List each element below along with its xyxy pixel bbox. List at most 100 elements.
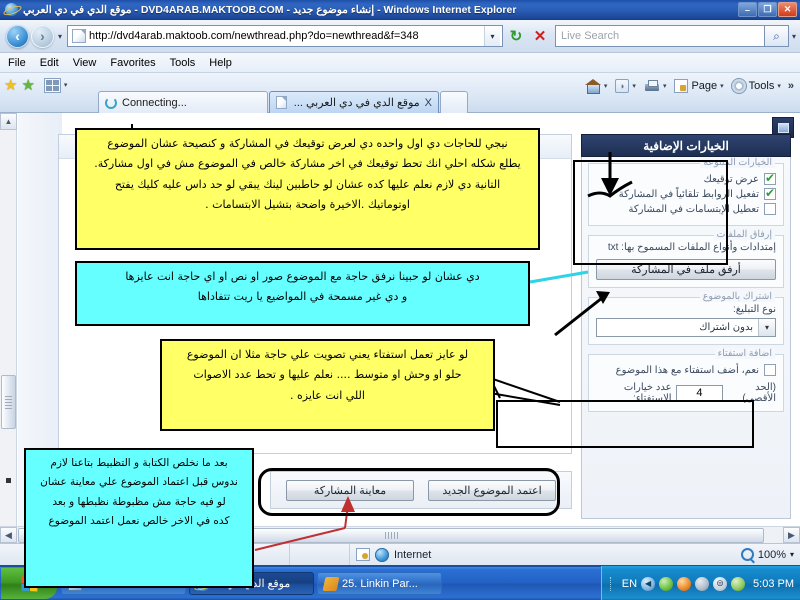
notification-type-select[interactable]: ▾ بدون اشتراك [596,318,776,337]
annotation-line: حلو او وحش او متوسط .... نعلم عليها و تح… [193,368,462,382]
clock[interactable]: 5:03 PM [753,578,794,590]
overflow-chevron-icon[interactable]: » [788,80,794,92]
stop-icon[interactable]: ✕ [529,25,551,47]
annotation-line: لو فيه حاجة مش مظبوطة نظبطها و بعد [52,495,226,508]
rss-icon: ◗ [615,79,630,93]
annotation-line: كده في الاخر خالص نعمل اعتمد الموضوع [48,515,230,528]
close-button[interactable]: ✕ [778,2,797,17]
forward-button[interactable]: › [31,24,54,48]
feeds-button[interactable]: ◗ ▾ [615,79,639,93]
menu-item-favorites[interactable]: Favorites [110,57,155,69]
tab-strip: Connecting... موقع الدي في دي العربي ...… [98,77,469,113]
page-menu-icon [674,79,689,93]
system-tray: EN ◀ ⊜ 5:03 PM [600,566,800,600]
address-url-text: http://dvd4arab.maktoob.com/newthread.ph… [89,30,419,42]
scroll-up-icon[interactable]: ▲ [0,113,17,130]
tray-grip[interactable] [609,576,616,591]
poll-legend: اضافة استفتاء [714,348,775,359]
scroll-right-icon[interactable]: ▶ [783,527,800,543]
checkbox-icon[interactable] [764,203,776,215]
command-bar: ★ ★ ▾ Connecting... موقع الدي في دي العر… [0,73,800,113]
checkbox-icon[interactable] [764,171,776,185]
scroll-left-icon[interactable]: ◀ [0,527,17,543]
zoom-level: 100% [757,548,786,561]
highlight-poll-region [496,400,754,448]
page-caret-icon[interactable]: ▾ [720,82,724,90]
face-icon[interactable]: ⊜ [713,576,728,591]
favorites-center-icon[interactable]: ★ [21,76,34,94]
annotation-line: يطلع شكله احلي انك تحط توقيعك في اخر مشا… [94,157,521,171]
printer-icon [644,79,660,93]
menu-item-file[interactable]: File [8,57,26,69]
add-favorite-icon[interactable]: ★ [4,76,17,94]
address-bar: ‹ › ▾ http://dvd4arab.maktoob.com/newthr… [0,20,800,53]
add-poll-label: نعم، أضف استفتاء مع هذا الموضوع [615,364,759,376]
refresh-icon[interactable]: ↻ [505,25,527,47]
close-tab-icon[interactable]: X [425,97,432,109]
person-gray-icon[interactable] [695,576,710,591]
search-input[interactable]: Live Search [554,25,765,47]
tab-connecting[interactable]: Connecting... [98,91,268,113]
notification-type-label: نوع التبليغ: [733,304,776,315]
poll-options-input[interactable]: 4 [675,384,724,402]
home-caret-icon[interactable]: ▾ [604,82,608,90]
quick-tabs-icon[interactable] [43,77,61,93]
checkbox-icon[interactable] [764,186,776,200]
annotation-line: و دي غير مسمحة في المواضيع يا ريت تتفادا… [197,290,408,304]
tools-menu-button[interactable]: Tools ▾ [731,79,784,93]
annotation-line: لو عايز تعمل استفتاء يعني تصويت علي حاجة… [186,348,469,361]
vertical-scroll-thumb[interactable] [1,375,16,429]
taskbar-item-media-player[interactable]: 25. Linkin Par... [317,572,442,595]
print-caret-icon[interactable]: ▾ [663,82,667,90]
firewall-icon[interactable] [677,576,692,591]
home-icon [584,79,601,94]
shield-icon[interactable] [731,576,746,591]
chevron-down-icon[interactable]: ▾ [758,319,775,336]
subscription-legend: اشتراك بالموضوع [699,291,775,302]
vertical-scrollbar[interactable]: ▲ ▼ [0,113,17,543]
window-title: موقع الدي في دي العربي - DVD4ARAB.MAKTOO… [23,3,517,16]
annotation-submit-note: بعد ما نخلص الكتابة و التظبيط بتاعنا لاز… [24,448,254,588]
address-input[interactable]: http://dvd4arab.maktoob.com/newthread.ph… [67,25,503,47]
history-dropdown-icon[interactable]: ▾ [58,32,62,41]
annotation-line: اوتوماتيك .الاخيرة واضحة بتشيل الابتساما… [205,198,410,212]
annotation-line: بعد ما نخلص الكتابة و التظبيط بتاعنا لاز… [50,457,228,469]
gear-icon [731,79,746,93]
address-dropdown-icon[interactable]: ▾ [483,26,500,46]
tools-caret-icon[interactable]: ▾ [777,82,781,90]
person-green-icon[interactable] [659,576,674,591]
add-poll-option[interactable]: نعم، أضف استفتاء مع هذا الموضوع [596,364,776,376]
checkbox-icon[interactable] [764,364,776,376]
internet-zone-icon [375,547,389,562]
menu-item-tools[interactable]: Tools [170,57,196,69]
zone-label: Internet [394,548,432,561]
quick-tabs-caret-icon[interactable]: ▾ [64,81,68,89]
menu-item-edit[interactable]: Edit [40,57,59,69]
feeds-caret-icon[interactable]: ▾ [632,82,636,90]
title-bar: موقع الدي في دي العربي - DVD4ARAB.MAKTOO… [0,0,800,20]
language-indicator[interactable]: EN [622,578,637,590]
menu-item-help[interactable]: Help [209,57,232,69]
home-button[interactable]: ▾ [584,79,611,94]
left-arrow-icon[interactable]: ◀ [641,576,656,591]
print-button[interactable]: ▾ [644,79,670,93]
notification-type-value: بدون اشتراك [699,322,753,333]
ie-logo-icon [3,3,19,17]
additional-options-header: الخيارات الإضافية [581,134,791,157]
minimize-button[interactable]: – [738,2,757,17]
security-zone[interactable]: Internet [350,547,437,562]
zoom-caret-icon[interactable]: ▾ [790,550,794,559]
menu-item-view[interactable]: View [73,57,97,69]
search-icon[interactable]: ⌕ [764,25,789,47]
page-menu-button[interactable]: Page ▾ [674,79,726,93]
zoom-control[interactable]: 100% ▾ [735,548,800,561]
menu-bar: File Edit View Favorites Tools Help [0,53,800,73]
new-tab-button[interactable] [440,91,468,113]
annotation-line: نيجي للحاجات دي اول واحده دي لعرض توقيعك… [107,137,508,150]
back-button[interactable]: ‹ [6,24,29,48]
search-provider-caret-icon[interactable]: ▾ [792,32,796,41]
annotation-line: التانية دي لازم نعلم عليها كده عشان لو ح… [114,177,501,191]
magnifier-icon [740,548,754,561]
tab-dvd4arab[interactable]: موقع الدي في دي العربي ... X [269,91,439,113]
maximize-button[interactable]: ❐ [758,2,777,17]
